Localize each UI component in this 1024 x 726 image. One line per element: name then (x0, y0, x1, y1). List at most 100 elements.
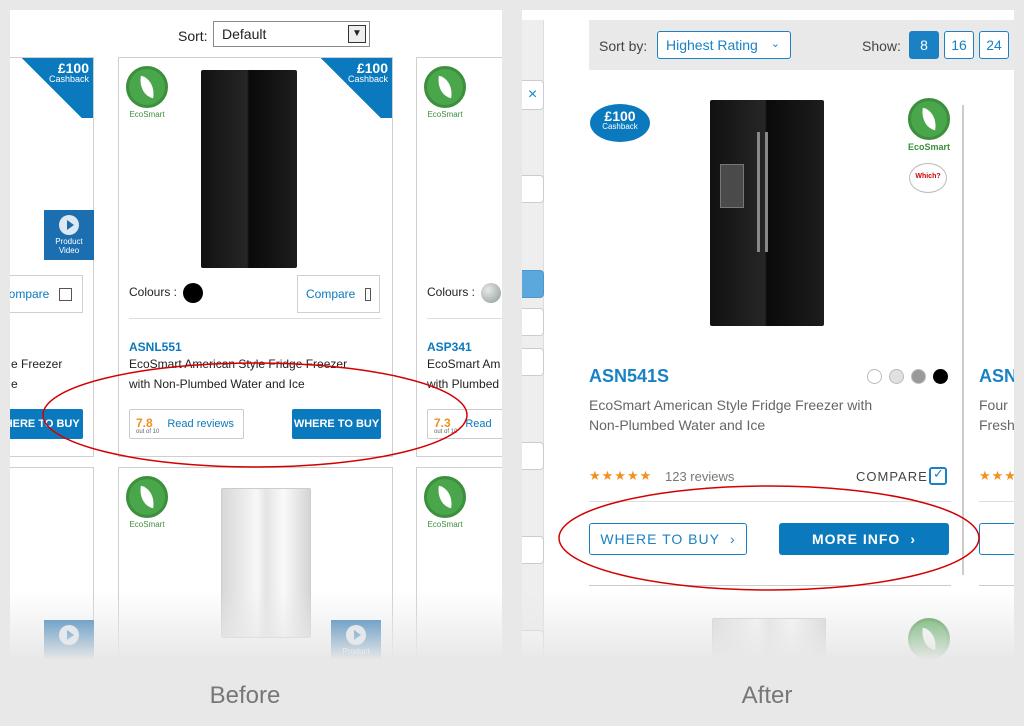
star-rating: ★★★★★ (589, 468, 653, 483)
ecosmart-badge (907, 618, 951, 660)
product-model[interactable]: ASN541S (589, 366, 669, 387)
ecosmart-label: EcoSmart (427, 110, 463, 119)
show-24-button[interactable]: 24 (979, 31, 1009, 59)
filter-input[interactable] (522, 308, 544, 336)
play-icon (59, 215, 79, 235)
where-to-buy-button[interactable]: WHERE TO BUY (292, 409, 381, 439)
rating-score-block: 7.3 out of 10 (434, 414, 457, 435)
leaf-icon (126, 476, 168, 518)
sort-select[interactable]: Highest Rating ⌄ (657, 31, 791, 59)
product-model[interactable]: ASP341 (427, 340, 472, 354)
filter-input[interactable] (522, 175, 544, 203)
filter-input[interactable] (522, 348, 544, 376)
where-to-buy-button-partial[interactable] (979, 523, 1014, 555)
colour-swatch-white[interactable] (867, 369, 882, 384)
product-image[interactable] (712, 618, 826, 660)
colours-label: Colours : (427, 285, 476, 299)
filter-input[interactable] (522, 442, 544, 470)
ecosmart-label: EcoSmart (129, 520, 165, 529)
sort-value: Default (222, 26, 267, 42)
filter-toggle[interactable] (522, 270, 544, 298)
before-panel: Sort: Default ▼ £100 Cashback Product Vi… (10, 10, 502, 660)
compare-label[interactable]: COMPARE (856, 469, 928, 484)
leaf-icon (126, 66, 168, 108)
colour-swatch-silver[interactable] (889, 369, 904, 384)
ecosmart-label: EcoSmart (427, 520, 463, 529)
cashback-badge: £100 Cashback (590, 104, 650, 142)
ecosmart-badge: EcoSmart (125, 66, 169, 119)
colour-swatch-black[interactable] (183, 283, 203, 303)
product-card: EcoSmart £100 Cashback Colours : Compare… (118, 57, 393, 457)
product-description: with Non-Plumbed Water and Ice (129, 377, 305, 391)
where-to-buy-label: WHERE TO BUY (600, 531, 720, 547)
sort-select[interactable]: Default ▼ (213, 21, 370, 47)
rating-score: 7.3 (434, 415, 451, 430)
divider (589, 585, 951, 586)
compare-checkbox[interactable]: Compare (10, 275, 83, 313)
more-info-button[interactable]: MORE INFO › (779, 523, 949, 555)
show-8-button[interactable]: 8 (909, 31, 939, 59)
rating-box[interactable]: 7.8 out of 10 Read reviews (129, 409, 244, 439)
ecosmart-label: EcoSmart (129, 110, 165, 119)
product-description-partial: with Plumbed (427, 377, 500, 391)
divider (979, 501, 1014, 502)
product-model[interactable]: ASNL551 (129, 340, 182, 354)
leaf-icon (908, 618, 950, 660)
chevron-down-icon[interactable]: ▼ (348, 25, 366, 43)
leaf-icon (908, 98, 950, 140)
product-image[interactable] (201, 70, 297, 268)
show-16-button[interactable]: 16 (944, 31, 974, 59)
checkbox-icon[interactable] (59, 287, 73, 301)
where-to-buy-button[interactable]: WHERE TO BUY (10, 409, 83, 439)
where-to-buy-button[interactable]: WHERE TO BUY › (589, 523, 747, 555)
chevron-down-icon: ⌄ (770, 38, 780, 50)
rating-box[interactable]: 7.3 out of 10 Read (427, 409, 502, 439)
read-reviews-link[interactable]: Read (465, 418, 491, 430)
star-rating-partial: ★★★ (979, 468, 1014, 483)
ecosmart-badge: EcoSmart (423, 66, 467, 119)
video-label: Product Video (55, 237, 83, 255)
sort-value: Highest Rating (666, 37, 758, 53)
colour-swatch-grey[interactable] (911, 369, 926, 384)
product-video-thumbnail[interactable]: Product (331, 620, 381, 660)
product-model-partial[interactable]: ASN (979, 366, 1014, 387)
product-video-thumbnail[interactable]: Product Video (44, 210, 94, 260)
chevron-right-icon: › (910, 531, 916, 547)
rating-suffix: out of 10 (434, 428, 458, 435)
product-video-thumbnail[interactable] (44, 620, 94, 660)
ecosmart-label: EcoSmart (907, 142, 951, 152)
product-description-partial: Four (979, 397, 1008, 413)
cashback-corner: £100 Cashback (310, 58, 392, 118)
product-image[interactable] (710, 100, 824, 326)
product-description-partial: e Freezer (11, 357, 63, 371)
product-description-partial: e (11, 377, 18, 391)
product-description-partial: EcoSmart Am (427, 357, 501, 371)
read-reviews-link[interactable]: Read reviews (167, 418, 234, 430)
reviews-link[interactable]: 123 reviews (665, 469, 734, 484)
card-divider (962, 105, 964, 575)
compare-label: Compare (10, 287, 50, 301)
divider (979, 585, 1014, 586)
colour-swatch-silver[interactable] (481, 283, 501, 303)
product-image[interactable] (221, 488, 311, 638)
product-card-partial-right: EcoSmart (416, 467, 502, 660)
handle-right (765, 132, 768, 252)
filter-input[interactable] (522, 536, 544, 564)
product-card-partial-left: £100 Cashback Product Video Compare e Fr… (10, 57, 94, 457)
compare-checkbox[interactable]: Compare (297, 275, 380, 313)
ecosmart-badge: EcoSmart (125, 476, 169, 529)
toolbar: Sort by: Highest Rating ⌄ Show: 8 16 24 (589, 20, 1014, 70)
product-description: EcoSmart American Style Fridge Freezer (129, 357, 348, 371)
play-icon (59, 625, 79, 645)
leaf-icon (424, 66, 466, 108)
after-caption: After (741, 682, 793, 709)
show-label: Show: (862, 38, 901, 54)
filter-input[interactable] (522, 630, 544, 658)
close-icon[interactable]: × (522, 80, 544, 110)
compare-checkbox-icon[interactable] (929, 466, 947, 485)
filter-sidebar (522, 20, 544, 660)
colour-swatch-black[interactable] (933, 369, 948, 384)
checkbox-icon[interactable] (365, 287, 371, 301)
divider (589, 501, 951, 502)
sort-label: Sort by: (599, 38, 648, 54)
